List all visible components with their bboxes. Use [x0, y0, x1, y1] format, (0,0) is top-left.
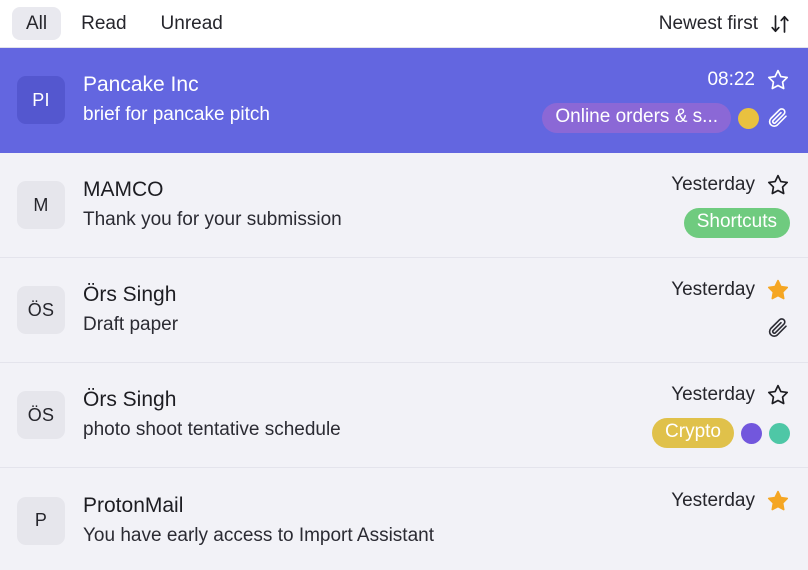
- email-subject: Draft paper: [83, 314, 179, 336]
- email-list: PI Pancake Inc brief for pancake pitch 08:2…: [0, 48, 808, 570]
- email-row-meta: Yesterday: [671, 258, 790, 362]
- avatar[interactable]: M: [17, 181, 65, 229]
- email-row-body: Pancake Inc brief for pancake pitch: [65, 48, 542, 152]
- sort-down-up-icon[interactable]: [768, 12, 792, 36]
- email-row[interactable]: M MAMCO Thank you for your submission Yeste…: [0, 153, 808, 258]
- email-list-app: All Read Unread Newest first PI Pancake Inc…: [0, 0, 808, 570]
- email-date: Yesterday: [671, 384, 755, 405]
- email-subject: brief for pancake pitch: [83, 104, 270, 126]
- sort-label: Newest first: [658, 12, 758, 34]
- sort-control[interactable]: Newest first: [659, 12, 794, 36]
- email-row-body: Örs Singh Draft paper: [65, 258, 671, 362]
- star-outline-icon[interactable]: [766, 383, 790, 407]
- filter-read-button[interactable]: Read: [67, 7, 140, 41]
- sender-name: Örs Singh: [83, 283, 177, 307]
- avatar[interactable]: ÖS: [17, 286, 65, 334]
- avatar[interactable]: PI: [17, 76, 65, 124]
- sender-name: Örs Singh: [83, 388, 177, 412]
- star-filled-icon[interactable]: [766, 489, 790, 513]
- star-outline-icon[interactable]: [766, 68, 790, 92]
- email-row-meta: Yesterday Shortcuts: [671, 153, 790, 257]
- attachment-icon[interactable]: [766, 106, 790, 130]
- meta-bottom: [766, 313, 790, 343]
- label-dot[interactable]: [741, 422, 762, 444]
- label-dot[interactable]: [769, 422, 790, 444]
- label-dot[interactable]: [738, 107, 759, 129]
- email-date: Yesterday: [671, 489, 755, 511]
- attachment-icon[interactable]: [766, 316, 790, 340]
- meta-bottom: Shortcuts: [683, 208, 790, 238]
- sender-name: MAMCO: [83, 178, 164, 202]
- sender-name: ProtonMail: [83, 493, 184, 517]
- sender-name: Pancake Inc: [83, 73, 199, 97]
- avatar[interactable]: ÖS: [17, 391, 65, 439]
- list-toolbar: All Read Unread Newest first: [0, 0, 808, 48]
- email-row-body: ProtonMail You have early access to Impor…: [65, 468, 671, 570]
- label-chip[interactable]: Online orders & s...: [542, 103, 731, 133]
- star-outline-icon[interactable]: [766, 173, 790, 197]
- meta-top: 08:22: [707, 67, 790, 93]
- meta-top: Yesterday: [671, 277, 790, 303]
- email-row-body: Örs Singh photo shoot tentative schedule: [65, 363, 652, 467]
- email-row[interactable]: PI Pancake Inc brief for pancake pitch 08:2…: [0, 48, 808, 153]
- email-date: 08:22: [707, 69, 755, 90]
- star-filled-icon[interactable]: [766, 278, 790, 302]
- email-row[interactable]: ÖS Örs Singh photo shoot tentative schedul…: [0, 363, 808, 468]
- email-subject: You have early access to Import Assistan…: [83, 524, 434, 546]
- email-row-meta: Yesterday Crypto: [652, 363, 790, 467]
- email-row[interactable]: ÖS Örs Singh Draft paper Yesterday: [0, 258, 808, 363]
- meta-top: Yesterday: [671, 488, 790, 514]
- email-subject: Thank you for your submission: [83, 209, 342, 231]
- meta-bottom: Online orders & s...: [542, 103, 790, 133]
- email-row-meta: Yesterday: [671, 468, 790, 570]
- meta-top: Yesterday: [671, 172, 790, 198]
- filter-group: All Read Unread: [12, 6, 237, 41]
- label-chip[interactable]: Crypto: [652, 418, 734, 448]
- meta-bottom: Crypto: [652, 418, 790, 448]
- email-date: Yesterday: [671, 279, 755, 300]
- filter-all-button[interactable]: All: [12, 6, 62, 41]
- filter-unread-button[interactable]: Unread: [147, 7, 237, 41]
- email-row-body: MAMCO Thank you for your submission: [65, 153, 671, 257]
- email-row-meta: 08:22 Online orders & s...: [542, 48, 790, 152]
- avatar[interactable]: P: [17, 496, 65, 545]
- email-row[interactable]: P ProtonMail You have early access to Impo…: [0, 468, 808, 570]
- email-date: Yesterday: [671, 174, 755, 195]
- label-chip[interactable]: Shortcuts: [683, 208, 790, 238]
- email-subject: photo shoot tentative schedule: [83, 419, 341, 441]
- meta-top: Yesterday: [671, 382, 790, 408]
